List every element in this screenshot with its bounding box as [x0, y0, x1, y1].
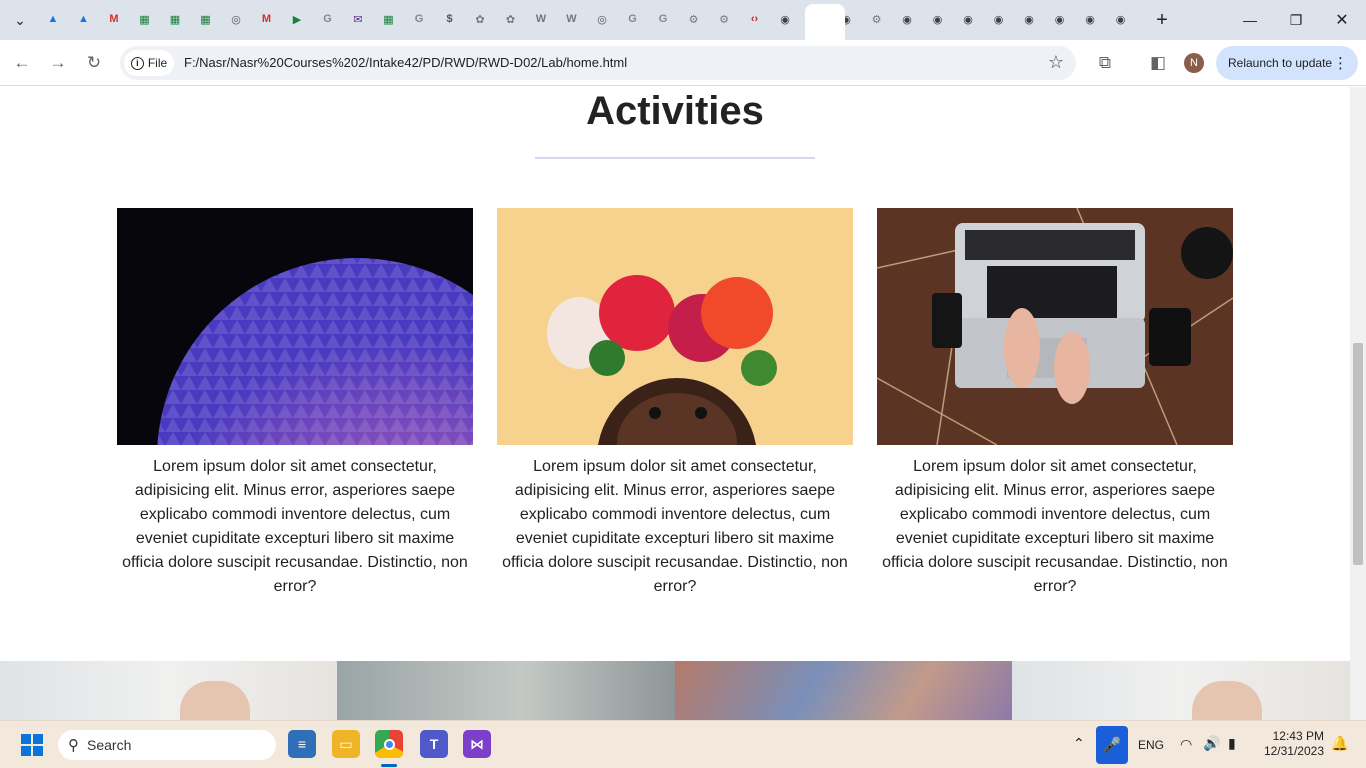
- laptop-photo: [877, 208, 1233, 445]
- w-icon[interactable]: W: [563, 10, 581, 28]
- sheets-icon[interactable]: ▦: [166, 10, 184, 28]
- mail-icon[interactable]: ✉: [349, 10, 367, 28]
- dome-photo: [117, 208, 473, 445]
- windows-start-icon[interactable]: [21, 734, 43, 756]
- code-icon[interactable]: ‹›: [746, 10, 764, 28]
- language-indicator[interactable]: ENG: [1138, 738, 1164, 752]
- volume-icon[interactable]: 🔊: [1203, 735, 1220, 752]
- reload-icon[interactable]: ↻: [83, 52, 105, 74]
- chevron-up-icon[interactable]: ⌃: [1073, 735, 1085, 752]
- profile-avatar[interactable]: N: [1184, 53, 1204, 73]
- info-icon: i: [130, 56, 144, 70]
- restore-icon[interactable]: ❐: [1284, 8, 1308, 32]
- card-text: Lorem ipsum dolor sit amet consectetur, …: [502, 458, 848, 595]
- active-tab[interactable]: [805, 4, 845, 40]
- sheets-icon[interactable]: ▦: [197, 10, 215, 28]
- relaunch-button[interactable]: Relaunch to update ⋮: [1216, 46, 1358, 80]
- activity-card: Lorem ipsum dolor sit amet consectetur, …: [117, 208, 473, 599]
- new-tab-icon[interactable]: +: [1150, 8, 1174, 32]
- gpt-icon[interactable]: ✿: [471, 10, 489, 28]
- tab-icon[interactable]: ◎: [593, 10, 611, 28]
- microphone-icon[interactable]: 🎤: [1096, 726, 1128, 764]
- chrome-icon[interactable]: ◉: [929, 10, 947, 28]
- clock[interactable]: 12:43 PM 12/31/2023: [1262, 729, 1324, 759]
- google-icon[interactable]: G: [624, 10, 642, 28]
- chrome-icon[interactable]: ◉: [1051, 10, 1069, 28]
- chrome-icon[interactable]: ◉: [1081, 10, 1099, 28]
- sheets-icon[interactable]: ▦: [136, 10, 154, 28]
- drive-icon[interactable]: ▲: [75, 10, 93, 28]
- url-text[interactable]: F:/Nasr/Nasr%20Courses%202/Intake42/PD/R…: [184, 55, 627, 70]
- wifi-icon[interactable]: ◠: [1180, 736, 1192, 753]
- address-bar[interactable]: i File F:/Nasr/Nasr%20Courses%202/Intake…: [120, 46, 1076, 80]
- relaunch-label: Relaunch to update: [1228, 56, 1333, 70]
- drive-icon[interactable]: ▲: [44, 10, 62, 28]
- flower-crown-photo: [497, 208, 853, 445]
- chrome-icon[interactable]: ◉: [898, 10, 916, 28]
- site-info-chip[interactable]: i File: [124, 50, 174, 76]
- chrome-icon[interactable]: [375, 730, 403, 758]
- gmail-icon[interactable]: M: [258, 10, 276, 28]
- clock-time: 12:43 PM: [1272, 729, 1324, 743]
- search-icon: ⚲: [68, 737, 79, 754]
- teams-icon[interactable]: T: [420, 730, 448, 758]
- chrome-icon[interactable]: ◉: [1112, 10, 1130, 28]
- scrollbar-thumb[interactable]: [1353, 343, 1363, 565]
- gear-icon[interactable]: ⚙: [868, 10, 886, 28]
- notepad-icon[interactable]: ≡: [288, 730, 316, 758]
- chrome-icon[interactable]: ◉: [776, 10, 794, 28]
- gallery-strip: [0, 661, 1350, 720]
- site-label: File: [147, 56, 168, 70]
- file-explorer-icon[interactable]: ▭: [332, 730, 360, 758]
- forward-icon[interactable]: →: [47, 52, 69, 74]
- gear-icon[interactable]: ⚙: [685, 10, 703, 28]
- chrome-icon[interactable]: ◉: [990, 10, 1008, 28]
- windows-taskbar: ⚲ Search ≡ ▭ T ⋈ ⌃ 🎤 ENG ◠ 🔊 ▮ 12:43 PM …: [0, 720, 1366, 768]
- extensions-icon[interactable]: ⧉: [1094, 52, 1116, 74]
- page-scrollbar[interactable]: [1350, 87, 1366, 720]
- page-viewport: Activities Lorem ipsum dolor sit amet co…: [0, 87, 1350, 720]
- notification-bell-icon[interactable]: 🔔: [1331, 735, 1348, 752]
- gallery-photo: [1012, 661, 1350, 720]
- tab-strip: ⌄ ▲▲M▦▦▦◎M▶G✉▦G$✿✿WW◎GG⚙⚙‹›◉✕◉⚙◉◉◉◉◉◉◉◉ …: [0, 0, 1366, 40]
- chrome-active-indicator: [381, 764, 397, 767]
- activity-card: Lorem ipsum dolor sit amet consectetur, …: [497, 208, 853, 599]
- google-icon[interactable]: G: [654, 10, 672, 28]
- w-icon[interactable]: W: [532, 10, 550, 28]
- gear-icon[interactable]: ⚙: [715, 10, 733, 28]
- back-icon[interactable]: ←: [11, 52, 33, 74]
- dollar-icon[interactable]: $: [441, 10, 459, 28]
- taskbar-search-label: Search: [87, 737, 132, 753]
- section-heading: Activities: [586, 89, 764, 133]
- side-panel-icon[interactable]: ◧: [1147, 52, 1169, 74]
- card-text: Lorem ipsum dolor sit amet consectetur, …: [882, 458, 1228, 595]
- clock-date: 12/31/2023: [1263, 744, 1324, 758]
- tab-search-icon[interactable]: ⌄: [8, 8, 32, 32]
- google-icon[interactable]: G: [410, 10, 428, 28]
- gallery-photo: [337, 661, 675, 720]
- chrome-icon[interactable]: ◉: [959, 10, 977, 28]
- chrome-icon[interactable]: ◉: [1020, 10, 1038, 28]
- window-close-icon[interactable]: ✕: [1330, 8, 1354, 32]
- gpt-icon[interactable]: ✿: [502, 10, 520, 28]
- card-text: Lorem ipsum dolor sit amet consectetur, …: [122, 458, 468, 595]
- taskbar-search[interactable]: ⚲ Search: [58, 730, 276, 760]
- minimize-icon[interactable]: —: [1238, 8, 1262, 32]
- gallery-photo: [0, 661, 337, 720]
- gallery-photo: [675, 661, 1012, 720]
- sheets-icon[interactable]: ▦: [380, 10, 398, 28]
- browser-toolbar: ← → ↻ i File F:/Nasr/Nasr%20Courses%202/…: [0, 40, 1366, 86]
- google-icon[interactable]: G: [319, 10, 337, 28]
- visual-studio-icon[interactable]: ⋈: [463, 730, 491, 758]
- activity-card: Lorem ipsum dolor sit amet consectetur, …: [877, 208, 1233, 599]
- battery-icon[interactable]: ▮: [1228, 735, 1236, 752]
- heading-underline: [535, 157, 815, 159]
- meet-icon[interactable]: ▶: [288, 10, 306, 28]
- more-menu-icon[interactable]: ⋮: [1333, 54, 1348, 72]
- tab-icon[interactable]: ◎: [227, 10, 245, 28]
- gmail-icon[interactable]: M: [105, 10, 123, 28]
- bookmark-star-icon[interactable]: ☆: [1048, 52, 1064, 73]
